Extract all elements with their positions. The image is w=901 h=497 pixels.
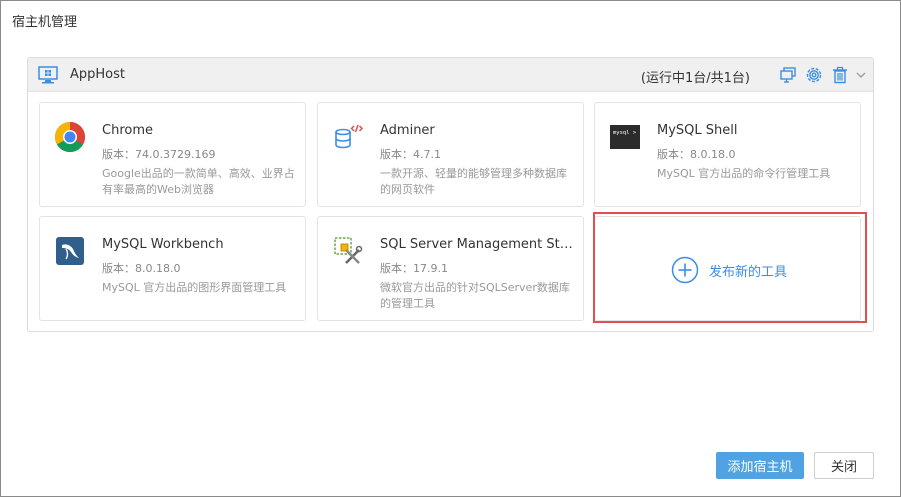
publish-new-tool-label: 发布新的工具 <box>709 264 788 280</box>
monitor-windows-icon <box>38 66 58 84</box>
tool-name: MySQL Workbench <box>102 237 224 252</box>
tool-name: MySQL Shell <box>657 123 738 138</box>
tool-card-mysql-workbench[interactable]: MySQL Workbench 版本：8.0.18.0 MySQL 官方出品的图… <box>39 216 306 321</box>
sql-tools-icon <box>334 237 363 264</box>
tool-description: 一款开源、轻量的能够管理多种数据库的网页软件 <box>380 167 567 196</box>
tool-version: 版本：74.0.3729.169 <box>102 148 216 161</box>
tool-version: 版本：8.0.18.0 <box>102 262 181 275</box>
tool-card-adminer[interactable]: Adminer 版本：4.7.1 一款开源、轻量的能够管理多种数据库的网页软件 <box>317 102 584 207</box>
trash-icon[interactable] <box>831 66 849 84</box>
tool-name: Chrome <box>102 123 153 138</box>
plus-circle-icon <box>671 256 699 284</box>
database-code-icon <box>335 124 364 149</box>
dolphin-icon <box>56 237 84 265</box>
close-button[interactable]: 关闭 <box>814 452 874 479</box>
dialog-title: 宿主机管理 <box>12 15 78 30</box>
chrome-icon <box>54 122 86 153</box>
publish-new-tool-card[interactable]: 发布新的工具 <box>594 216 861 321</box>
tool-name: SQL Server Management Stu... <box>380 237 576 252</box>
host-manager-dialog: 宿主机管理 AppHost (运行中1台/共1台) Chrome 版本：74.0… <box>0 0 901 497</box>
svg-text:mysql >: mysql > <box>613 130 637 136</box>
tool-description: MySQL 官方出品的图形界面管理工具 <box>102 281 287 294</box>
remote-desktop-icon[interactable] <box>779 66 797 84</box>
host-status: (运行中1台/共1台) <box>640 71 750 86</box>
tool-version: 版本：8.0.18.0 <box>657 148 736 161</box>
tool-description: MySQL 官方出品的命令行管理工具 <box>657 167 831 180</box>
host-header: AppHost (运行中1台/共1台) <box>28 58 873 92</box>
publish-new-tool-button[interactable]: 发布新的工具 <box>671 256 788 284</box>
tool-description: Google出品的一款简单、高效、业界占有率最高的Web浏览器 <box>102 167 295 196</box>
host-name: AppHost <box>70 67 125 82</box>
add-host-button[interactable]: 添加宿主机 <box>716 452 804 479</box>
tool-card-chrome[interactable]: Chrome 版本：74.0.3729.169 Google出品的一款简单、高效… <box>39 102 306 207</box>
host-panel: AppHost (运行中1台/共1台) Chrome 版本：74.0.3729.… <box>27 57 874 332</box>
tool-version: 版本：17.9.1 <box>380 262 448 275</box>
tool-card-ssms[interactable]: SQL Server Management Stu... 版本：17.9.1 微… <box>317 216 584 321</box>
tool-name: Adminer <box>380 123 435 138</box>
tool-version: 版本：4.7.1 <box>380 148 441 161</box>
tool-description: 微软官方出品的针对SQLServer数据库的管理工具 <box>380 281 570 310</box>
gear-icon[interactable] <box>805 66 823 84</box>
chevron-down-icon[interactable] <box>855 66 867 84</box>
tool-card-mysql-shell[interactable]: mysql > MySQL Shell 版本：8.0.18.0 MySQL 官方… <box>594 102 861 207</box>
terminal-icon: mysql > <box>610 125 640 149</box>
